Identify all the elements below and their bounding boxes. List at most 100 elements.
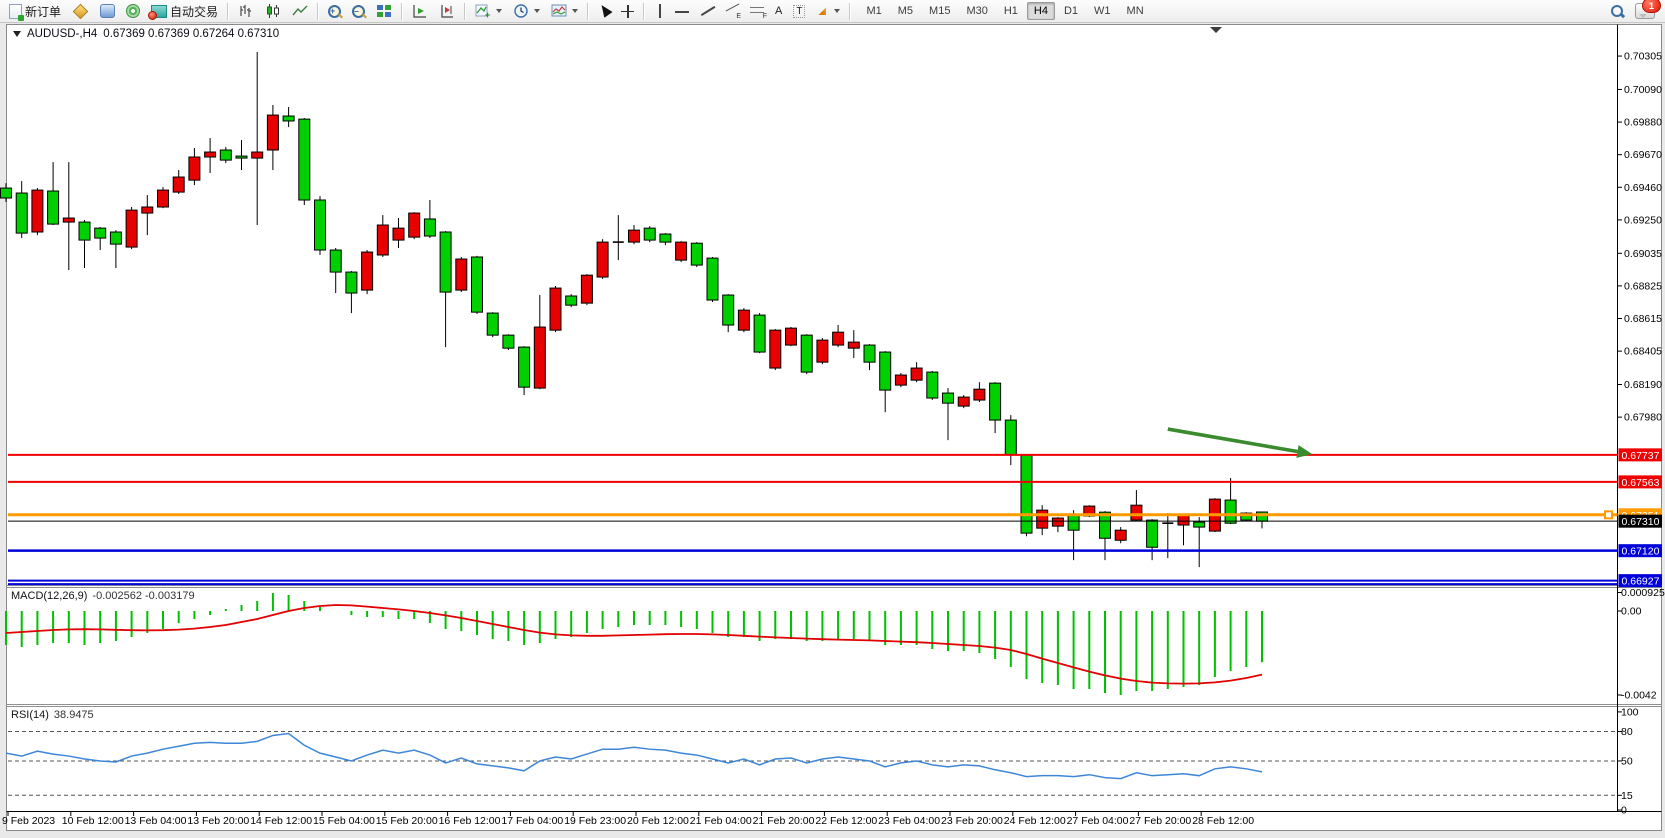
bear-candle xyxy=(801,335,812,372)
time-axis-label: 24 Feb 12:00 xyxy=(1004,815,1066,827)
profile-button[interactable] xyxy=(95,0,120,22)
bear-candle xyxy=(566,296,577,305)
svg-text:0.70090: 0.70090 xyxy=(1624,84,1662,96)
signals-button[interactable] xyxy=(121,0,145,22)
bull-candle xyxy=(738,310,749,330)
crosshair-tool-button[interactable] xyxy=(616,0,639,22)
chart-canvas[interactable]: 0.703050.700900.698800.696700.694600.692… xyxy=(0,0,1665,838)
text-label-icon: T xyxy=(793,5,805,18)
templates-button[interactable] xyxy=(546,0,583,22)
horizontal-line-icon xyxy=(675,6,689,16)
bear-candle xyxy=(1194,522,1205,527)
time-axis-label: 15 Feb 20:00 xyxy=(376,815,438,827)
bear-candle xyxy=(723,295,734,325)
new-order-icon xyxy=(9,4,22,19)
trendline-tool[interactable] xyxy=(695,0,719,22)
svg-text:80: 80 xyxy=(1621,726,1633,738)
search-icon xyxy=(1611,5,1624,18)
periods-button[interactable] xyxy=(508,0,545,22)
timeframe-MN[interactable]: MN xyxy=(1120,2,1151,20)
chart-title: AUDUSD-,H4 0.67369 0.67369 0.67264 0.673… xyxy=(13,28,279,40)
toolbar-separator xyxy=(643,3,645,20)
auto-trading-icon xyxy=(151,5,167,18)
line-handle[interactable] xyxy=(1605,511,1612,518)
toolbar-separator xyxy=(227,3,229,20)
auto-trading-button[interactable]: 自动交易 xyxy=(146,0,223,22)
new-order-label: 新订单 xyxy=(25,3,61,20)
indicators-button[interactable]: + xyxy=(470,0,507,22)
bear-candle xyxy=(330,250,341,272)
svg-text:0.68825: 0.68825 xyxy=(1624,280,1662,292)
symbol-period-label: AUDUSD-,H4 xyxy=(27,28,97,40)
timeframe-H1[interactable]: H1 xyxy=(997,2,1025,20)
timeframe-buttons: M1M5M15M30H1H4D1W1MN xyxy=(859,2,1150,20)
fibonacci-tool[interactable] xyxy=(745,0,769,22)
bear-candle xyxy=(707,258,718,300)
svg-text:0.000925: 0.000925 xyxy=(1621,587,1665,599)
bear-candle xyxy=(660,234,671,242)
price-line-label-text: 0.67120 xyxy=(1622,546,1660,558)
cursor-tool-button[interactable] xyxy=(593,0,615,22)
timeframe-M5[interactable]: M5 xyxy=(891,2,920,20)
line-chart-icon xyxy=(292,3,308,19)
bear-candle xyxy=(95,228,106,238)
timeframe-D1[interactable]: D1 xyxy=(1057,2,1085,20)
bar-chart-button[interactable] xyxy=(233,0,259,22)
timeframe-M30[interactable]: M30 xyxy=(959,2,994,20)
candlestick-chart-button[interactable] xyxy=(260,0,286,22)
bear-candle xyxy=(440,232,451,292)
svg-text:0.70305: 0.70305 xyxy=(1624,51,1662,63)
macd-values: -0.002562 -0.003179 xyxy=(92,590,194,602)
svg-text:0.69035: 0.69035 xyxy=(1624,248,1662,260)
svg-text:0.68615: 0.68615 xyxy=(1624,313,1662,325)
auto-trading-label: 自动交易 xyxy=(170,3,218,20)
ohlc-values: 0.67369 0.67369 0.67264 0.67310 xyxy=(103,28,279,40)
timeframe-M1[interactable]: M1 xyxy=(859,2,888,20)
bull-candle xyxy=(158,190,169,207)
vertical-line-tool[interactable] xyxy=(649,0,669,22)
bear-candle xyxy=(1005,420,1016,455)
search-button[interactable] xyxy=(1606,0,1629,22)
bear-candle xyxy=(424,219,435,236)
time-axis-label: 27 Feb 04:00 xyxy=(1067,815,1129,827)
notification-badge: 1 xyxy=(1642,0,1661,13)
arrows-tool[interactable] xyxy=(811,0,845,22)
notifications-button[interactable]: 1 xyxy=(1635,3,1655,19)
text-label-tool[interactable]: T xyxy=(788,0,810,22)
market-button[interactable] xyxy=(67,0,94,22)
time-axis-label: 20 Feb 12:00 xyxy=(627,815,689,827)
bear-candle xyxy=(503,335,514,348)
text-tool-icon: A xyxy=(775,5,782,17)
bear-candle xyxy=(864,345,875,362)
horizontal-line-tool[interactable] xyxy=(670,0,694,22)
tile-windows-button[interactable] xyxy=(371,0,397,22)
candlestick-icon xyxy=(265,3,281,19)
chevron-down-icon xyxy=(834,9,840,13)
timeframe-M15[interactable]: M15 xyxy=(922,2,957,20)
price-line-label-text: 0.67737 xyxy=(1622,450,1660,462)
bull-candle xyxy=(393,228,404,240)
equidistant-channel-tool[interactable] xyxy=(720,0,744,22)
bull-candle xyxy=(833,332,844,345)
chart-menu-icon[interactable] xyxy=(13,31,21,37)
zoom-out-button[interactable]: – xyxy=(347,0,370,22)
bull-candle xyxy=(629,230,640,242)
trading-terminal: 新订单 自动交易 + – xyxy=(0,0,1665,838)
time-axis-label: 15 Feb 04:00 xyxy=(313,815,375,827)
auto-scroll-button[interactable] xyxy=(407,0,433,22)
bull-candle xyxy=(895,375,906,385)
macd-indicator-label: MACD(12,26,9)-0.002562 -0.003179 xyxy=(11,590,195,602)
text-tool[interactable]: A xyxy=(770,0,787,22)
toolbar-separator xyxy=(849,3,851,20)
bull-candle xyxy=(817,340,828,362)
zoom-in-button[interactable]: + xyxy=(323,0,346,22)
timeframe-W1[interactable]: W1 xyxy=(1087,2,1118,20)
svg-text:0: 0 xyxy=(1621,805,1627,817)
timeframe-H4[interactable]: H4 xyxy=(1027,2,1055,20)
new-order-button[interactable]: 新订单 xyxy=(4,0,66,22)
bear-candle xyxy=(644,228,655,240)
chart-shift-button[interactable] xyxy=(434,0,460,22)
time-axis-label: 27 Feb 20:00 xyxy=(1129,815,1191,827)
fibonacci-icon xyxy=(750,5,764,17)
line-chart-button[interactable] xyxy=(287,0,313,22)
